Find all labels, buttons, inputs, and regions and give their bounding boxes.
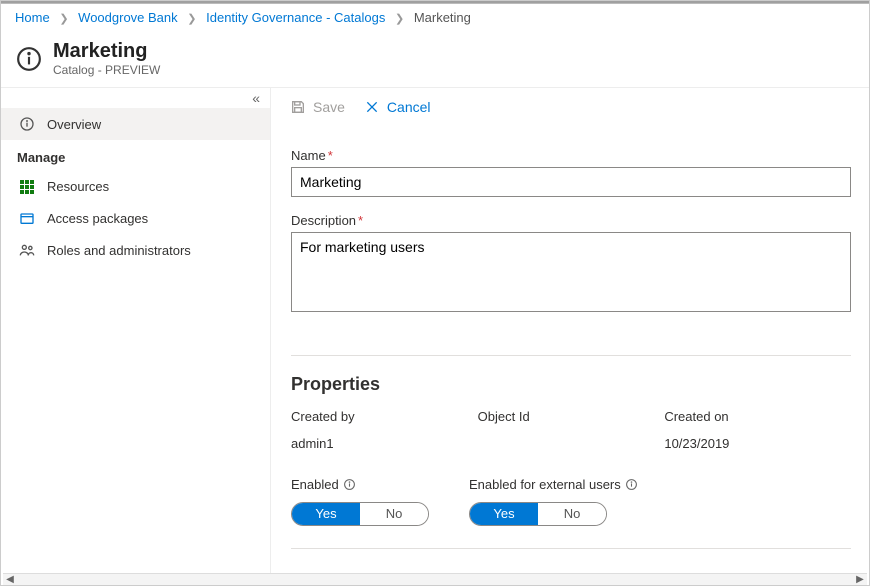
description-label: Description* [291, 213, 841, 228]
breadcrumb: Home ❯ Woodgrove Bank ❯ Identity Governa… [1, 4, 869, 32]
info-icon[interactable] [625, 478, 639, 492]
people-icon [17, 242, 37, 258]
info-icon[interactable] [343, 478, 357, 492]
save-label: Save [313, 99, 345, 115]
grid-icon [17, 180, 37, 194]
properties-grid: Created by admin1 Object Id Created on 1… [291, 409, 851, 451]
enabled-label: Enabled [291, 477, 339, 492]
horizontal-scrollbar[interactable]: ◀ ▶ [3, 573, 867, 585]
sidebar-section-manage: Manage [1, 140, 270, 171]
page-header: Marketing Catalog - PREVIEW [1, 32, 869, 88]
page-subtitle: Catalog - PREVIEW [53, 63, 160, 77]
breadcrumb-item-woodgrove[interactable]: Woodgrove Bank [78, 10, 178, 25]
save-button[interactable]: Save [289, 98, 345, 116]
properties-heading: Properties [291, 374, 841, 395]
package-icon [17, 210, 37, 226]
sidebar-item-roles[interactable]: Roles and administrators [1, 234, 270, 266]
description-input[interactable]: For marketing users [291, 232, 851, 312]
sidebar-item-overview[interactable]: Overview [1, 108, 270, 140]
sidebar-item-label: Resources [47, 179, 109, 194]
object-id-label: Object Id [478, 409, 665, 424]
created-by-label: Created by [291, 409, 478, 424]
sidebar-item-access-packages[interactable]: Access packages [1, 202, 270, 234]
created-on-value: 10/23/2019 [664, 436, 851, 451]
external-no[interactable]: No [538, 503, 606, 525]
breadcrumb-item-home[interactable]: Home [15, 10, 50, 25]
name-input[interactable] [291, 167, 851, 197]
scroll-right-icon[interactable]: ▶ [853, 574, 867, 585]
external-yes[interactable]: Yes [470, 503, 538, 525]
main-content: Save Cancel Name* Description* For marke… [271, 88, 869, 576]
external-pill[interactable]: Yes No [469, 502, 607, 526]
external-toggle: Enabled for external users Yes No [469, 477, 639, 526]
required-icon: * [328, 148, 333, 163]
enabled-no[interactable]: No [360, 503, 428, 525]
sidebar-item-label: Roles and administrators [47, 243, 191, 258]
enabled-yes[interactable]: Yes [292, 503, 360, 525]
created-on-label: Created on [664, 409, 851, 424]
scroll-left-icon[interactable]: ◀ [3, 574, 17, 585]
enabled-pill[interactable]: Yes No [291, 502, 429, 526]
save-icon [289, 98, 307, 116]
divider [291, 548, 851, 549]
breadcrumb-item-current: Marketing [414, 10, 471, 25]
cancel-button[interactable]: Cancel [363, 98, 431, 116]
sidebar-item-resources[interactable]: Resources [1, 171, 270, 202]
collapse-icon[interactable]: « [252, 90, 260, 106]
name-label: Name* [291, 148, 841, 163]
required-icon: * [358, 213, 363, 228]
toolbar: Save Cancel [271, 88, 869, 126]
sidebar-item-label: Overview [47, 117, 101, 132]
enabled-toggle: Enabled Yes No [291, 477, 429, 526]
created-by-value: admin1 [291, 436, 478, 451]
cancel-label: Cancel [387, 99, 431, 115]
sidebar-item-label: Access packages [47, 211, 148, 226]
chevron-right-icon: ❯ [53, 13, 74, 25]
page-title: Marketing [53, 40, 160, 63]
sidebar: « Overview Manage Resources Access packa… [1, 88, 271, 576]
external-label: Enabled for external users [469, 477, 621, 492]
divider [291, 355, 851, 356]
info-icon [15, 45, 43, 73]
info-icon [17, 116, 37, 132]
breadcrumb-item-catalogs[interactable]: Identity Governance - Catalogs [206, 10, 385, 25]
close-icon [363, 98, 381, 116]
chevron-right-icon: ❯ [181, 13, 202, 25]
chevron-right-icon: ❯ [389, 13, 410, 25]
